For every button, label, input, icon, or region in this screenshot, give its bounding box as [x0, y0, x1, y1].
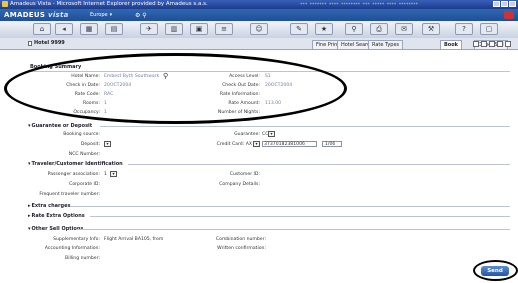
notes-icon[interactable]: ▢	[480, 23, 498, 35]
plane-icon[interactable]: ✈	[140, 23, 158, 35]
card-type-dropdown[interactable]: ▾	[253, 141, 260, 147]
frequent-traveler-label: Frequent traveler number:	[39, 192, 100, 197]
car-icon[interactable]: ▣	[190, 23, 208, 35]
brand-logo: AMADEUS vista	[4, 11, 69, 19]
rate-extra-options-heading[interactable]: ▸Rate Extra Options	[28, 213, 85, 219]
ncc-label: NCC Number:	[68, 152, 100, 157]
credit-card-label: Credit Card: AX	[216, 142, 252, 147]
header-icons[interactable]: ⚙ ⚲	[135, 12, 147, 19]
window-title: Amadeus Vista - Microsoft Internet Explo…	[10, 1, 208, 7]
divider	[90, 216, 510, 217]
browser-icon	[2, 1, 8, 7]
edit-icon[interactable]: ✎	[290, 23, 308, 35]
company-details-label: Company Details:	[219, 182, 260, 187]
customer-id-label: Customer ID:	[229, 172, 260, 177]
divider	[70, 206, 510, 207]
divider	[128, 164, 510, 165]
passenger-label: Passenger association:	[47, 172, 100, 177]
list-icon[interactable]: ≡	[215, 23, 233, 35]
booking-source-label: Booking source:	[63, 132, 100, 137]
tab-rate-types[interactable]: Rate Types	[368, 40, 404, 49]
corporate-id-label: Corporate ID:	[69, 182, 100, 187]
amadeus-logo-icon	[504, 11, 514, 19]
passenger-value: 1	[104, 172, 107, 177]
traveler-heading[interactable]: ▾Traveler/Customer Identification	[28, 161, 123, 167]
app-header: AMADEUS vista Europe ▾ ⚙ ⚲	[0, 9, 518, 21]
search-icon[interactable]: ⚲	[345, 23, 363, 35]
window-title-bar: Amadeus Vista - Microsoft Internet Explo…	[0, 0, 518, 9]
window-icon[interactable]	[505, 41, 511, 47]
card-number-value: 37370182381006	[264, 142, 305, 147]
person-icon[interactable]: ☺	[250, 23, 268, 35]
supplementary-label: Supplementary Info:	[53, 237, 100, 242]
guarantee-heading[interactable]: ▾Guarantee or Deposit	[28, 123, 92, 129]
passenger-dropdown[interactable]: ▾	[110, 171, 117, 177]
close-button[interactable]	[509, 1, 516, 7]
window-icon[interactable]	[473, 41, 479, 47]
document-icon	[28, 41, 32, 46]
divider	[100, 126, 510, 127]
divider	[76, 229, 510, 230]
star-icon[interactable]: ★	[315, 23, 333, 35]
tools-icon[interactable]: ⚒	[422, 23, 440, 35]
mail-icon[interactable]: ✉	[395, 23, 413, 35]
deposit-label: Deposit:	[80, 142, 100, 147]
status-text: *** ******* **** ******** *** ***** ****…	[300, 2, 419, 7]
highlight-oval	[4, 53, 347, 124]
window-icon[interactable]	[481, 41, 487, 47]
print-icon[interactable]: ⎙	[370, 23, 388, 35]
hotel-icon[interactable]: ▥	[165, 23, 183, 35]
billing-label: Billing number:	[65, 256, 100, 261]
guarantee-label: Guarantee:	[234, 132, 260, 137]
deposit-dropdown[interactable]: ▾	[104, 141, 111, 147]
tab-book[interactable]: Book	[440, 40, 463, 49]
calendar-icon[interactable]: ▦	[80, 23, 98, 35]
combination-label: Combination number:	[215, 237, 266, 242]
main-toolbar: ⌂ ◂ ▦ ▤ ✈ ▥ ▣ ≡ ☺ ✎ ★ ⚲ ⎙ ✉ ⚒ ? ▢	[0, 21, 518, 39]
home-icon[interactable]: ⌂	[33, 23, 51, 35]
guarantee-dropdown[interactable]: ▾	[268, 131, 275, 137]
document-icon[interactable]: ▤	[105, 23, 123, 35]
written-confirmation-label: Written confirmation:	[217, 246, 266, 251]
window-icon[interactable]	[497, 41, 503, 47]
extra-charges-heading[interactable]: ▸Extra charges	[28, 203, 70, 209]
page-title: Hotel 9999	[34, 40, 65, 46]
help-icon[interactable]: ?	[455, 23, 473, 35]
send-button[interactable]: Send	[481, 266, 509, 276]
card-expiry-value: 1/06	[325, 142, 336, 147]
user-menu[interactable]: Europe ▾	[90, 12, 112, 18]
maximize-button[interactable]	[501, 1, 508, 7]
back-icon[interactable]: ◂	[55, 23, 73, 35]
window-icon[interactable]	[489, 41, 495, 47]
supplementary-value: Flight Arrival BA105, from	[104, 237, 164, 242]
tab-bar: Hotel 9999 Fine Print Hotel Search Rate …	[0, 38, 518, 50]
minimize-button[interactable]	[493, 1, 500, 7]
accounting-label: Accounting Information:	[44, 246, 100, 251]
